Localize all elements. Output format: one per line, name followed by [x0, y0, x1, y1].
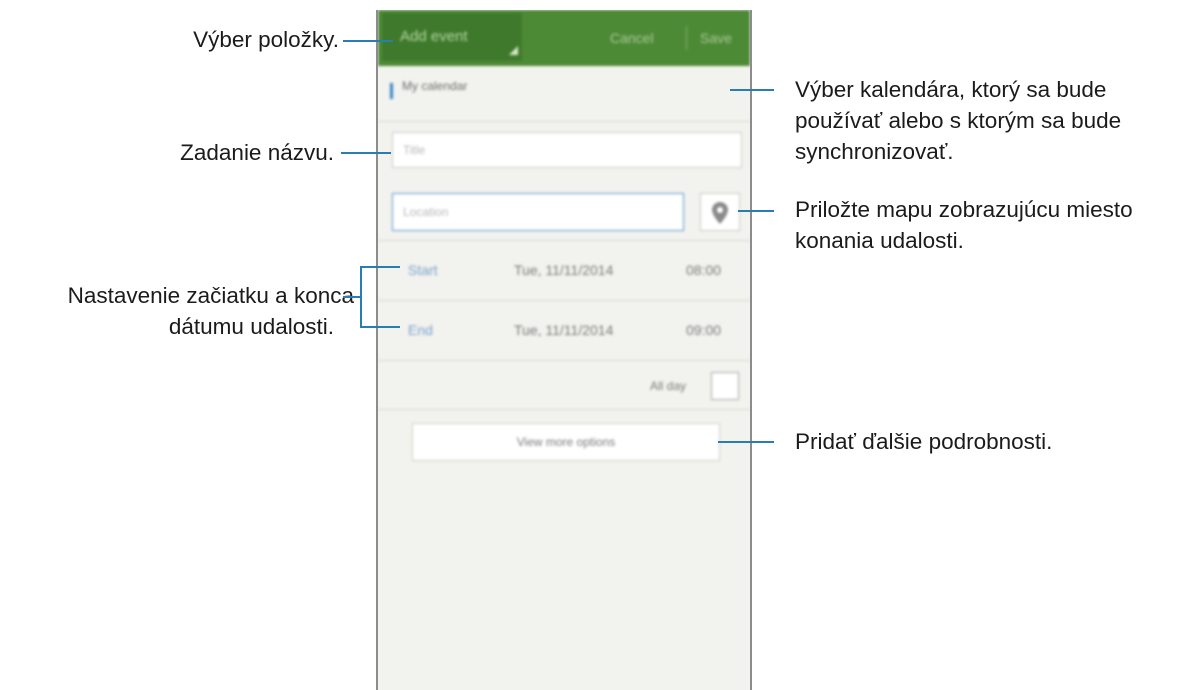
action-separator: [686, 26, 687, 50]
calendar-selector[interactable]: [378, 66, 750, 122]
annotation-more-details: Pridať ďalšie podrobnosti.: [795, 429, 1053, 454]
leader-line: [341, 152, 391, 154]
annotation-calendar-1: Výber kalendára, ktorý sa bude: [795, 77, 1107, 102]
annotation-set-dates-2: dátumu udalosti.: [168, 314, 334, 339]
annotation-select-item: Výber položky.: [193, 27, 339, 52]
divider: [378, 409, 750, 410]
map-button[interactable]: [700, 193, 740, 231]
phone-screen: Add event Cancel Save My calendar Title …: [376, 10, 752, 690]
calendar-color-marker: [390, 83, 393, 99]
location-input[interactable]: Location: [392, 193, 684, 231]
start-date[interactable]: Tue, 11/11/2014: [514, 262, 613, 278]
save-button[interactable]: Save: [700, 10, 732, 66]
bracket-line: [360, 266, 400, 268]
dropdown-corner-icon: [509, 46, 518, 55]
annotation-calendar-3: synchronizovať.: [795, 139, 954, 164]
end-label: End: [408, 322, 433, 338]
title-input[interactable]: Title: [392, 132, 742, 168]
event-type-label: Add event: [400, 28, 468, 45]
bracket-line: [360, 326, 400, 328]
end-time[interactable]: 09:00: [686, 322, 721, 338]
end-date[interactable]: Tue, 11/11/2014: [514, 322, 613, 338]
map-pin-icon: [712, 202, 728, 224]
leader-line: [730, 89, 774, 91]
divider: [378, 360, 750, 361]
bracket-line: [360, 266, 362, 328]
annotation-calendar-2: používať alebo s ktorým sa bude: [795, 108, 1122, 133]
leader-line: [343, 296, 361, 298]
annotation-map-2: konania udalosti.: [795, 228, 964, 253]
action-bar: Add event Cancel Save: [378, 10, 750, 66]
divider: [378, 300, 750, 301]
event-type-dropdown[interactable]: Add event: [382, 13, 522, 61]
view-more-options-button[interactable]: View more options: [412, 423, 720, 461]
divider: [378, 240, 750, 241]
leader-line: [738, 210, 774, 212]
annotation-set-dates-1: Nastavenie začiatku a konca: [67, 283, 354, 308]
annotation-enter-title: Zadanie názvu.: [180, 140, 334, 165]
start-time[interactable]: 08:00: [686, 262, 721, 278]
leader-line: [343, 40, 393, 42]
cancel-button[interactable]: Cancel: [610, 10, 654, 66]
calendar-label: My calendar: [402, 79, 468, 93]
all-day-checkbox[interactable]: [711, 372, 739, 400]
leader-line: [718, 441, 774, 443]
annotation-map-1: Priložte mapu zobrazujúcu miesto: [795, 197, 1133, 222]
all-day-label: All day: [650, 379, 687, 393]
start-label: Start: [408, 262, 438, 278]
